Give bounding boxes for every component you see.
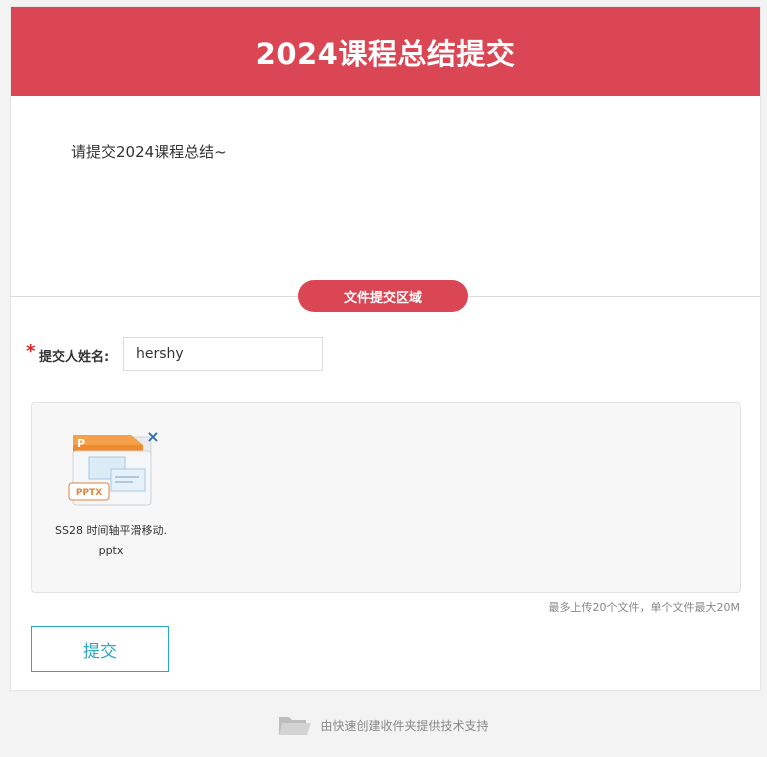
uploaded-file-item: P PPTX × SS28 时间轴平滑移动.pptx [52,429,170,561]
required-mark: * [26,341,36,362]
form-description: 请提交2024课程总结~ [71,143,227,161]
file-name: SS28 时间轴平滑移动.pptx [55,524,167,557]
section-title: 文件提交区域 [298,280,468,312]
pptx-file-icon: P PPTX × [67,429,160,507]
file-type-badge: PPTX [76,488,102,498]
name-input[interactable] [123,337,323,371]
folder-icon [279,717,312,735]
svg-text:P: P [77,437,85,450]
name-label: 提交人姓名: [39,350,110,365]
footer-text: 由快速创建收件夹提供技术支持 [320,718,489,733]
upload-limit-note: 最多上传20个文件，单个文件最大20M [548,601,740,614]
file-upload-area[interactable]: P PPTX × SS28 时间轴平滑移动.pptx [31,402,741,593]
page-title: 2024课程总结提交 [255,36,516,71]
form-card: 2024课程总结提交 请提交2024课程总结~ 文件提交区域 * 提交人姓名: … [10,6,761,691]
remove-file-icon[interactable]: × [145,429,161,445]
footer: 由快速创建收件夹提供技术支持 [0,713,767,737]
submit-button[interactable]: 提交 [31,626,169,672]
page-header: 2024课程总结提交 [11,7,760,96]
